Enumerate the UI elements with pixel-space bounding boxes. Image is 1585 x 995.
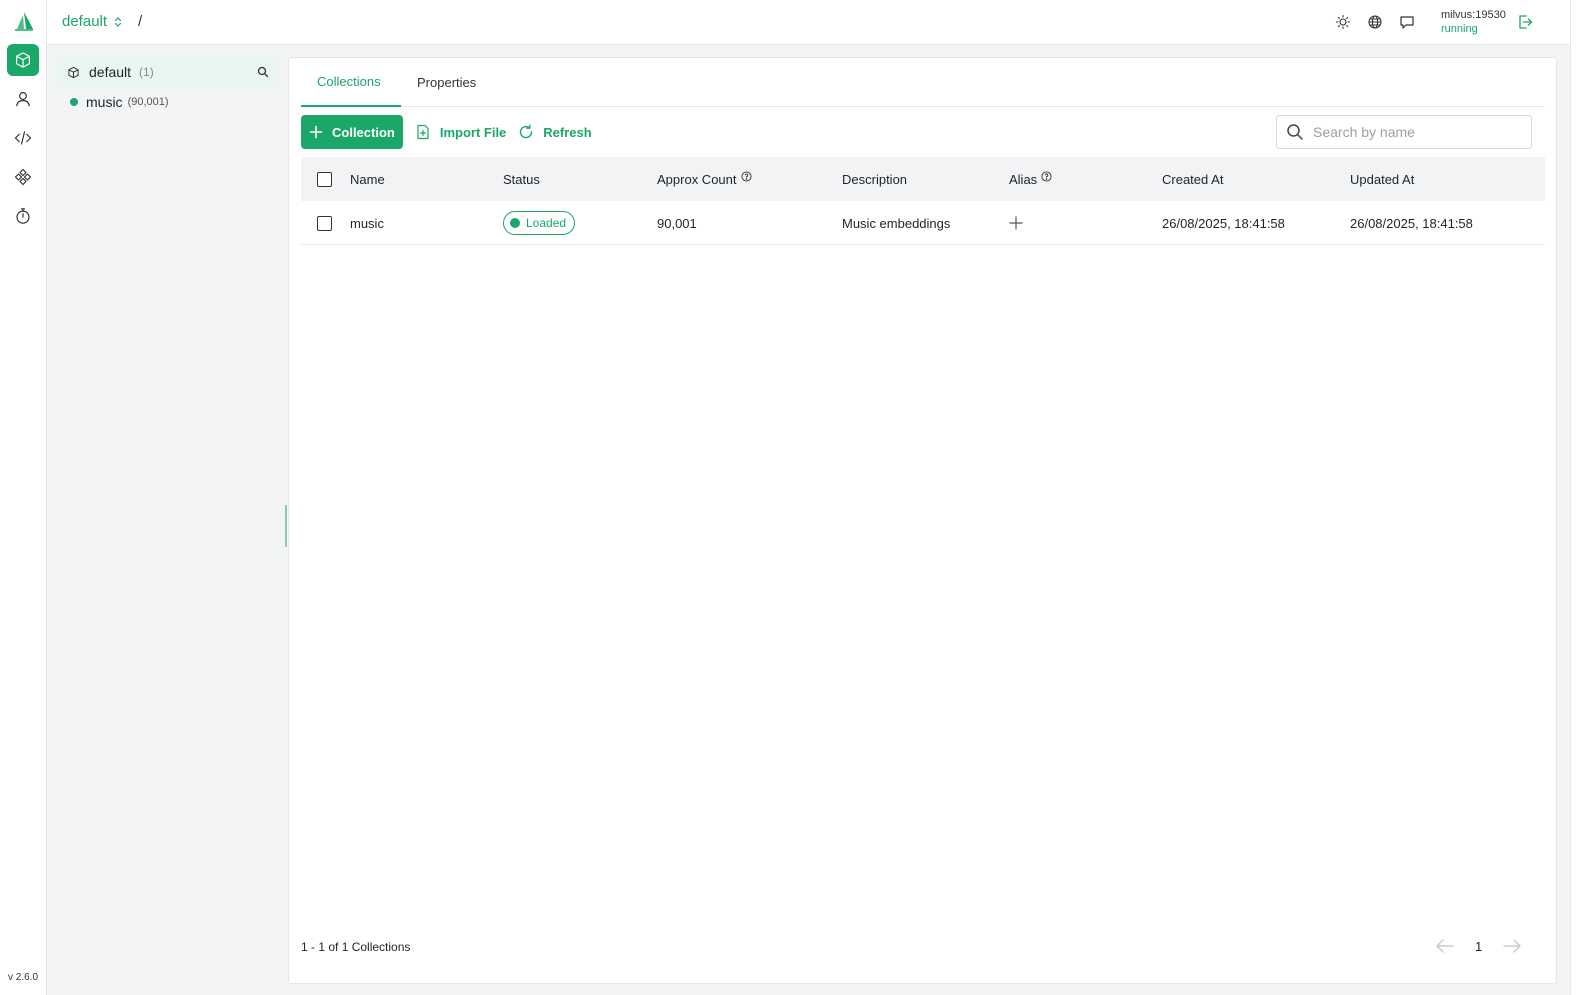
cube-icon <box>68 66 79 78</box>
sun-icon <box>1335 14 1351 30</box>
toolbar: Collection Import File Refresh <box>301 115 592 149</box>
tree-collection-label: music <box>86 94 123 110</box>
milvus-logo-icon[interactable] <box>13 10 35 32</box>
column-header-name[interactable]: Name <box>350 157 385 201</box>
refresh-button[interactable]: Refresh <box>518 115 592 149</box>
row-checkbox[interactable] <box>317 215 332 231</box>
database-selector[interactable]: default <box>62 13 123 30</box>
code-icon <box>14 131 32 145</box>
logout-icon <box>1519 15 1533 29</box>
column-header-alias[interactable]: Alias <box>1009 157 1052 201</box>
top-bar: default / milvus:19530 running <box>47 0 1570 45</box>
help-circle-icon[interactable] <box>1041 170 1052 182</box>
cell-description: Music embeddings <box>842 215 951 231</box>
tab-collections[interactable]: Collections <box>301 58 401 107</box>
nav-system-button[interactable] <box>7 161 39 193</box>
breadcrumb-separator: / <box>138 13 143 30</box>
chevron-updown-icon <box>114 16 122 27</box>
pagination-summary: 1 - 1 of 1 Collections <box>301 940 411 954</box>
import-file-label: Import File <box>439 124 507 140</box>
nav-code-button[interactable] <box>7 122 39 154</box>
left-nav-rail: v 2.6.0 <box>0 0 47 995</box>
logout-button[interactable] <box>1517 14 1533 30</box>
add-alias-icon[interactable] <box>1009 216 1023 230</box>
current-page[interactable]: 1 <box>1475 939 1482 954</box>
status-dot <box>510 218 520 228</box>
connection-status: running <box>1441 23 1478 35</box>
collection-search <box>1276 115 1532 149</box>
collections-table: Name Status Approx Count Description Ali… <box>301 157 1545 245</box>
tree-database-item[interactable]: default (1) <box>57 57 279 87</box>
connection-info: milvus:19530 running <box>1441 8 1506 36</box>
column-header-updated-at[interactable]: Updated At <box>1350 157 1414 201</box>
import-file-button[interactable]: Import File <box>415 115 506 149</box>
language-button[interactable] <box>1367 14 1383 30</box>
theme-toggle-button[interactable] <box>1335 14 1351 30</box>
globe-icon <box>1368 15 1382 29</box>
tree-collection-count: (90,001) <box>127 96 169 108</box>
pagination: 1 <box>1435 938 1522 954</box>
cell-created-at: 26/08/2025, 18:41:58 <box>1162 215 1285 231</box>
user-icon <box>16 92 30 107</box>
cell-approx-count: 90,001 <box>657 215 697 231</box>
arrow-right-icon[interactable] <box>1502 938 1522 954</box>
file-add-icon <box>417 124 429 140</box>
select-all-checkbox[interactable] <box>317 171 332 187</box>
nav-databases-button[interactable] <box>7 44 39 76</box>
panel-resize-handle[interactable] <box>285 505 287 547</box>
refresh-label: Refresh <box>543 124 592 140</box>
database-name: default <box>62 13 108 30</box>
chat-icon <box>1400 16 1414 29</box>
loaded-status-dot <box>70 98 78 106</box>
nav-users-button[interactable] <box>7 83 39 115</box>
feedback-button[interactable] <box>1399 14 1415 30</box>
column-header-description[interactable]: Description <box>842 157 907 201</box>
arrow-left-icon[interactable] <box>1435 938 1455 954</box>
column-header-status[interactable]: Status <box>503 157 540 201</box>
nav-tasks-button[interactable] <box>7 200 39 232</box>
column-header-created-at[interactable]: Created At <box>1162 157 1223 201</box>
tree-collection-item[interactable]: music (90,001) <box>57 87 279 117</box>
search-input[interactable] <box>1313 124 1513 140</box>
tree-database-count: (1) <box>139 65 154 79</box>
cell-alias <box>1009 201 1023 245</box>
create-collection-label: Collection <box>332 124 395 140</box>
main-content-card: Collections Properties Collection Import… <box>288 57 1557 984</box>
cell-name[interactable]: music <box>350 201 384 245</box>
tree-search-button[interactable] <box>257 66 269 78</box>
column-header-approx-count-label: Approx Count <box>657 171 737 187</box>
window-edge <box>1570 0 1585 995</box>
column-header-alias-label: Alias <box>1009 171 1038 187</box>
tab-properties[interactable]: Properties <box>401 58 492 107</box>
column-header-approx-count[interactable]: Approx Count <box>657 157 752 201</box>
row-select-cell <box>317 201 332 245</box>
stopwatch-icon <box>16 208 30 224</box>
refresh-icon <box>520 124 533 139</box>
connection-address: milvus:19530 <box>1441 9 1506 21</box>
cell-status: Loaded <box>503 201 576 245</box>
nodes-icon <box>14 168 32 186</box>
help-circle-icon[interactable] <box>740 170 752 182</box>
app-version: v 2.6.0 <box>8 972 39 983</box>
table-header: Name Status Approx Count Description Ali… <box>301 157 1545 201</box>
table-row[interactable]: music Loaded 90,001 Music embeddings 26/… <box>301 201 1545 245</box>
search-icon <box>257 66 269 78</box>
tree-database-label: default <box>89 64 132 80</box>
status-label: Loaded <box>526 216 567 230</box>
create-collection-button[interactable]: Collection <box>301 115 403 149</box>
cube-icon <box>16 52 30 68</box>
search-icon <box>1287 124 1303 140</box>
cell-updated-at: 26/08/2025, 18:41:58 <box>1350 215 1473 231</box>
status-badge[interactable]: Loaded <box>503 211 576 235</box>
database-tree: default (1) music (90,001) <box>57 57 279 117</box>
plus-icon <box>309 125 323 139</box>
select-all-cell <box>317 157 332 201</box>
tab-bar: Collections Properties <box>301 58 1545 107</box>
